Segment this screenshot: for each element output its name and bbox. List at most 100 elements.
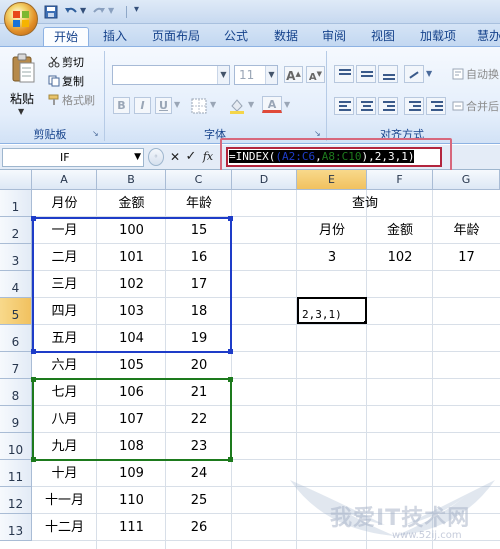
clipboard-dialog-launcher-icon[interactable]: ↘ [92,129,99,138]
table-cell[interactable]: 三月 [32,271,97,298]
name-box[interactable]: IF ▼ [2,148,144,167]
query-header-cell[interactable]: 年龄 [433,217,500,244]
row-header-13[interactable]: 13 [0,514,32,541]
table-cell[interactable]: 103 [97,298,166,325]
row-header-1[interactable]: 1 [0,190,32,217]
tab-home[interactable]: 开始 [43,27,89,46]
tab-formulas[interactable]: 公式 [218,27,254,46]
row-header-12[interactable]: 12 [0,487,32,514]
grow-font-button[interactable]: A▲ [284,66,303,83]
font-name-dropdown-icon[interactable]: ▼ [217,66,229,84]
column-header-d[interactable]: D [232,170,297,190]
underline-dropdown-icon[interactable]: ▼ [174,100,180,109]
query-value-cell[interactable]: 17 [433,244,500,271]
underline-button[interactable]: U [155,97,172,114]
row-header-3[interactable]: 3 [0,244,32,271]
table-header-cell[interactable]: 年龄 [166,190,232,217]
table-cell[interactable]: 十二月 [32,514,97,541]
orientation-dropdown-icon[interactable]: ▼ [426,69,432,78]
column-header-b[interactable]: B [97,170,166,190]
fill-handle[interactable] [364,321,365,322]
row-header-6[interactable]: 6 [0,325,32,352]
table-cell[interactable]: 26 [166,514,232,541]
table-cell[interactable]: 23 [166,433,232,460]
formula-input[interactable]: =INDEX((A2:C6,A8:C10),2,3,1) [226,147,442,167]
table-header-cell[interactable]: 金额 [97,190,166,217]
table-cell[interactable]: 十月 [32,460,97,487]
bold-button[interactable]: B [113,97,130,114]
borders-icon[interactable] [190,97,208,115]
tab-review[interactable]: 审阅 [316,27,352,46]
table-cell[interactable]: 22 [166,406,232,433]
row-header-4[interactable]: 4 [0,271,32,298]
table-cell[interactable]: 110 [97,487,166,514]
table-cell[interactable]: 24 [166,460,232,487]
align-left-button[interactable] [334,97,354,115]
name-box-dropdown-icon[interactable]: ▼ [134,149,141,166]
paste-dropdown-icon[interactable]: ▼ [18,107,24,116]
table-cell[interactable]: 19 [166,325,232,352]
table-cell[interactable]: 102 [97,271,166,298]
query-header-cell[interactable]: 月份 [297,217,367,244]
table-cell[interactable]: 五月 [32,325,97,352]
fill-color-icon[interactable] [228,97,246,115]
column-header-g[interactable]: G [433,170,500,190]
query-value-cell[interactable]: 3 [297,244,367,271]
align-right-button[interactable] [378,97,398,115]
orientation-button[interactable] [404,65,424,83]
row-header-5[interactable]: 5 [0,298,32,325]
table-cell[interactable]: 十一月 [32,487,97,514]
tab-huiban[interactable]: 慧办 [474,27,500,46]
table-cell[interactable]: 16 [166,244,232,271]
table-cell[interactable]: 111 [97,514,166,541]
table-cell[interactable]: 100 [97,217,166,244]
insert-function-icon[interactable]: fx [201,148,215,166]
query-header-cell[interactable]: 金额 [367,217,433,244]
italic-button[interactable]: I [134,97,151,114]
table-cell[interactable]: 104 [97,325,166,352]
select-all-corner[interactable] [0,170,32,190]
align-bottom-button[interactable] [378,65,398,83]
formula-bar-expand-icon[interactable]: ◦ [148,148,164,166]
save-icon[interactable] [44,5,58,19]
font-size-combo[interactable]: 11 ▼ [234,65,278,85]
borders-dropdown-icon[interactable]: ▼ [210,100,216,109]
table-cell[interactable]: 106 [97,379,166,406]
tab-view[interactable]: 视图 [365,27,401,46]
column-header-f[interactable]: F [367,170,433,190]
customize-toolbar-icon[interactable]: ▾ [134,4,139,15]
cancel-icon[interactable]: ✕ [168,148,182,166]
table-cell[interactable]: 25 [166,487,232,514]
row-header-11[interactable]: 11 [0,460,32,487]
column-header-a[interactable]: A [32,170,97,190]
office-button[interactable] [4,2,38,36]
font-dialog-launcher-icon[interactable]: ↘ [314,129,321,138]
table-cell[interactable]: 九月 [32,433,97,460]
tab-insert[interactable]: 插入 [97,27,133,46]
active-cell-e5[interactable]: 2,3,1) [297,297,367,324]
font-name-combo[interactable]: ▼ [112,65,230,85]
row-header-7[interactable]: 7 [0,352,32,379]
font-color-dropdown-icon[interactable]: ▼ [284,100,290,109]
redo-icon[interactable] [92,5,106,19]
query-title[interactable]: 查询 [297,190,433,217]
table-cell[interactable]: 四月 [32,298,97,325]
increase-indent-button[interactable] [426,97,446,115]
table-header-cell[interactable]: 月份 [32,190,97,217]
copy-button[interactable]: 复制 [48,73,84,90]
table-cell[interactable]: 七月 [32,379,97,406]
row-header-10[interactable]: 10 [0,433,32,460]
decrease-indent-button[interactable] [404,97,424,115]
table-cell[interactable]: 108 [97,433,166,460]
table-cell[interactable]: 107 [97,406,166,433]
shrink-font-button[interactable]: A▼ [306,66,325,83]
align-middle-button[interactable] [356,65,376,83]
table-cell[interactable]: 17 [166,271,232,298]
row-header-8[interactable]: 8 [0,379,32,406]
tab-data[interactable]: 数据 [268,27,304,46]
format-painter-button[interactable]: 格式刷 [48,92,95,109]
cut-button[interactable]: 剪切 [48,54,84,71]
table-cell[interactable]: 109 [97,460,166,487]
table-cell[interactable]: 21 [166,379,232,406]
tab-page-layout[interactable]: 页面布局 [147,27,205,46]
